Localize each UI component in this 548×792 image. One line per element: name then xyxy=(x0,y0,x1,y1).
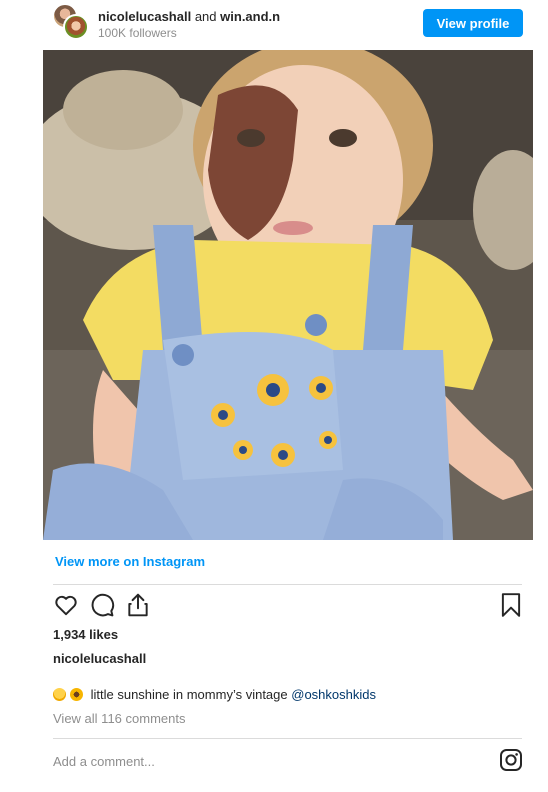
bookmark-icon[interactable] xyxy=(498,592,524,618)
avatar-stack[interactable] xyxy=(52,3,90,41)
collaborator-username-link[interactable]: win.and.n xyxy=(220,9,280,24)
heart-icon[interactable] xyxy=(53,592,79,618)
add-comment-input[interactable]: Add a comment... xyxy=(53,754,155,769)
owner-line: nicolelucashall and win.and.n xyxy=(98,9,280,24)
instagram-embed: nicolelucashall and win.and.n 100K follo… xyxy=(0,0,548,792)
view-more-link[interactable]: View more on Instagram xyxy=(55,554,205,569)
view-profile-button[interactable]: View profile xyxy=(423,9,523,37)
grinning-face-emoji-icon xyxy=(53,688,66,701)
caption-username-link[interactable]: nicolelucashall xyxy=(53,651,146,666)
post-caption: little sunshine in mommy’s vintage @oshk… xyxy=(53,687,376,702)
sunflower-emoji-icon xyxy=(70,688,83,701)
and-text: and xyxy=(194,9,217,24)
post-header: nicolelucashall and win.and.n 100K follo… xyxy=(0,0,548,48)
like-count[interactable]: 1,934 likes xyxy=(53,627,118,642)
instagram-icon[interactable] xyxy=(499,748,523,772)
divider xyxy=(53,584,522,585)
action-bar xyxy=(53,592,523,620)
mention-link[interactable]: @oshkoshkids xyxy=(291,687,376,702)
post-photo[interactable] xyxy=(43,50,533,540)
comment-icon[interactable] xyxy=(89,592,115,618)
caption-text: little sunshine in mommy’s vintage xyxy=(87,687,292,702)
avatar[interactable] xyxy=(63,14,89,40)
view-comments-link[interactable]: View all 116 comments xyxy=(53,711,185,726)
divider xyxy=(53,738,522,739)
follower-count: 100K followers xyxy=(98,26,177,40)
owner-username-link[interactable]: nicolelucashall xyxy=(98,9,191,24)
share-icon[interactable] xyxy=(125,592,151,618)
